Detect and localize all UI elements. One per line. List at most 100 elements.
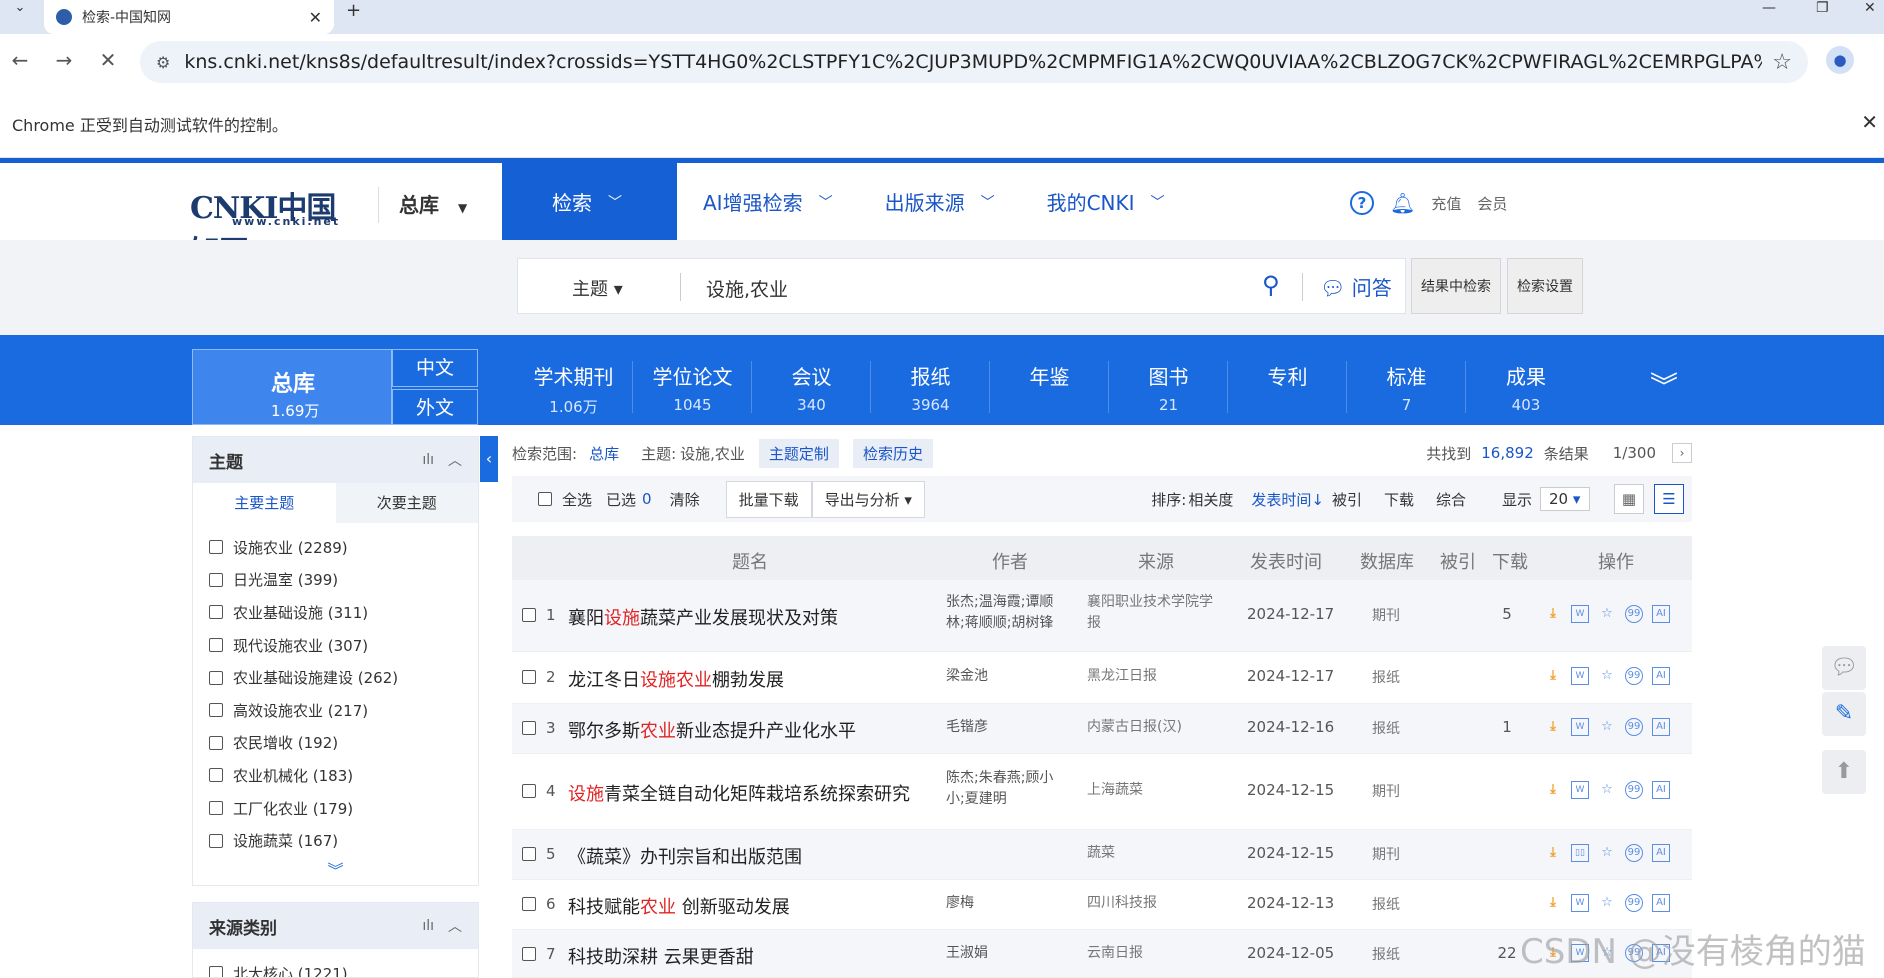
url-text[interactable]: kns.cnki.net/kns8s/defaultresult/index?c… xyxy=(184,51,1762,73)
result-title-link[interactable]: 襄阳设施蔬菜产业发展现状及对策 xyxy=(568,604,838,630)
topic-item[interactable]: 设施农业 (2289) xyxy=(193,531,478,564)
result-authors[interactable]: 王淑娟 xyxy=(946,943,1066,964)
topic-item[interactable]: 工厂化农业 (179) xyxy=(193,792,478,825)
page-size-select[interactable]: 20 ▾ xyxy=(1540,487,1590,511)
select-all-checkbox[interactable] xyxy=(538,492,552,506)
db-zongku[interactable]: 总库 1.69万 xyxy=(192,349,392,425)
topic-custom-button[interactable]: 主题定制 xyxy=(758,438,839,468)
checkbox[interactable] xyxy=(209,670,223,685)
db-conference[interactable]: 会议 340 xyxy=(753,361,871,414)
nav-ai-search[interactable]: AI增强检索 ﹀ xyxy=(677,163,859,240)
lang-chinese-button[interactable]: 中文 xyxy=(392,349,478,387)
stop-loading-icon[interactable]: ✕ xyxy=(94,48,122,72)
html-read-icon[interactable]: W xyxy=(1571,894,1589,912)
topic-item[interactable]: 设施蔬菜 (167) xyxy=(193,824,478,857)
download-icon[interactable]: ⤓ xyxy=(1544,718,1562,736)
recharge-link[interactable]: 充值 xyxy=(1431,193,1461,214)
checkbox[interactable] xyxy=(209,572,223,587)
db-achievement[interactable]: 成果 403 xyxy=(1467,361,1585,414)
search-history-button[interactable]: 检索历史 xyxy=(852,438,933,468)
db-newspaper[interactable]: 报纸 3964 xyxy=(872,361,990,414)
topic-item[interactable]: 农业基础设施建设 (262) xyxy=(193,661,478,694)
facet-source-header[interactable]: 来源类别 ılı ︿ xyxy=(193,903,478,949)
checkbox[interactable] xyxy=(209,605,223,620)
row-checkbox[interactable] xyxy=(522,947,536,961)
db-patent[interactable]: 专利 xyxy=(1229,361,1347,413)
back-to-top-icon[interactable]: ⬆ xyxy=(1822,750,1866,794)
result-authors[interactable]: 梁金池 xyxy=(946,666,1066,687)
result-title-link[interactable]: 《蔬菜》办刊宗旨和出版范围 xyxy=(568,843,802,869)
ai-icon[interactable]: AI xyxy=(1652,894,1670,912)
topic-item[interactable]: 农民增收 (192) xyxy=(193,727,478,760)
nav-publication-source[interactable]: 出版来源 ﹀ xyxy=(859,163,1021,240)
clear-button[interactable]: 清除 xyxy=(670,489,700,510)
cite-quote-icon[interactable]: 99 xyxy=(1625,894,1643,912)
chart-icon[interactable]: ılı xyxy=(422,918,434,934)
grid-view-icon[interactable]: ▦ xyxy=(1614,484,1644,514)
result-source[interactable]: 四川科技报 xyxy=(1087,893,1227,914)
scope-value[interactable]: 总库 xyxy=(589,443,619,464)
row-checkbox[interactable] xyxy=(522,897,536,911)
list-view-icon[interactable]: ☰ xyxy=(1654,484,1684,514)
sort-download[interactable]: 下载 xyxy=(1384,489,1414,510)
sort-overall[interactable]: 综合 xyxy=(1436,489,1466,510)
checkbox[interactable] xyxy=(209,638,223,653)
member-link[interactable]: 会员 xyxy=(1477,193,1507,214)
row-checkbox[interactable] xyxy=(522,847,536,861)
html-read-icon[interactable]: W xyxy=(1571,605,1589,623)
result-title-link[interactable]: 龙江冬日设施农业棚勃发展 xyxy=(568,666,784,692)
result-source[interactable]: 上海蔬菜 xyxy=(1087,780,1227,801)
favorite-star-icon[interactable]: ☆ xyxy=(1598,781,1616,799)
cite-quote-icon[interactable]: 99 xyxy=(1625,844,1643,862)
favorite-star-icon[interactable]: ☆ xyxy=(1598,894,1616,912)
html-read-icon[interactable]: W xyxy=(1571,667,1589,685)
minimize-icon[interactable]: — xyxy=(1762,0,1776,16)
result-title-link[interactable]: 科技助深耕 云果更香甜 xyxy=(568,943,754,969)
tab-close-icon[interactable]: ✕ xyxy=(309,8,322,27)
restore-icon[interactable]: ❐ xyxy=(1816,0,1829,16)
profile-avatar-icon[interactable]: ● xyxy=(1826,46,1854,74)
checkbox[interactable] xyxy=(209,801,223,816)
sort-relevance[interactable]: 相关度 xyxy=(1188,489,1233,510)
row-checkbox[interactable] xyxy=(522,670,536,684)
result-source[interactable]: 黑龙江日报 xyxy=(1087,666,1227,687)
browser-tab[interactable]: 检索-中国知网 ✕ xyxy=(44,0,334,34)
db-standard[interactable]: 标准 7 xyxy=(1348,361,1466,414)
nav-my-cnki[interactable]: 我的CNKI ﹀ xyxy=(1021,163,1191,240)
row-checkbox[interactable] xyxy=(522,784,536,798)
favorite-star-icon[interactable]: ☆ xyxy=(1598,667,1616,685)
forward-icon[interactable]: → xyxy=(50,48,78,72)
checkbox[interactable] xyxy=(209,735,223,750)
ai-icon[interactable]: AI xyxy=(1652,781,1670,799)
result-title-link[interactable]: 科技赋能农业 创新驱动发展 xyxy=(568,893,790,919)
qa-button[interactable]: 💬︎ 问答 xyxy=(1320,272,1392,301)
new-tab-icon[interactable]: + xyxy=(346,0,361,21)
result-source[interactable]: 蔬菜 xyxy=(1087,843,1227,864)
expand-more-icon[interactable]: ︾ xyxy=(1650,365,1678,405)
export-analysis-button[interactable]: 导出与分析 ▾ xyxy=(811,480,925,518)
search-input[interactable]: 设施,农业 xyxy=(706,275,788,302)
cnki-logo[interactable]: CNKI中国知网 www.cnki.net xyxy=(190,183,355,270)
checkbox[interactable] xyxy=(209,833,223,848)
chevron-up-icon[interactable]: ︿ xyxy=(448,916,462,936)
result-authors[interactable]: 毛锴彦 xyxy=(946,717,1066,738)
bell-icon[interactable]: 🔔︎ xyxy=(1390,191,1415,215)
tab-main-topic[interactable]: 主要主题 xyxy=(193,483,336,523)
select-all-label[interactable]: 全选 xyxy=(562,489,592,510)
ai-icon[interactable]: AI xyxy=(1652,667,1670,685)
db-yearbook[interactable]: 年鉴 xyxy=(991,361,1109,413)
cite-quote-icon[interactable]: 99 xyxy=(1625,667,1643,685)
expand-more-icon[interactable]: ︾ xyxy=(193,857,478,885)
download-icon[interactable]: ⤓ xyxy=(1544,894,1562,912)
batch-download-button[interactable]: 批量下载 xyxy=(725,480,812,518)
result-title-link[interactable]: 鄂尔多斯农业新业态提升产业化水平 xyxy=(568,717,856,743)
topic-item[interactable]: 农业机械化 (183) xyxy=(193,759,478,792)
search-within-button[interactable]: 结果中检索 xyxy=(1411,258,1501,314)
result-authors[interactable]: 廖梅 xyxy=(946,893,1066,914)
favorite-star-icon[interactable]: ☆ xyxy=(1598,718,1616,736)
omnibox[interactable]: ⚙ kns.cnki.net/kns8s/defaultresult/index… xyxy=(140,41,1808,83)
favorite-star-icon[interactable]: ☆ xyxy=(1598,605,1616,623)
db-thesis[interactable]: 学位论文 1045 xyxy=(634,361,752,414)
ai-icon[interactable]: AI xyxy=(1652,605,1670,623)
facet-topic-header[interactable]: 主题 ılı ︿ xyxy=(193,437,478,483)
